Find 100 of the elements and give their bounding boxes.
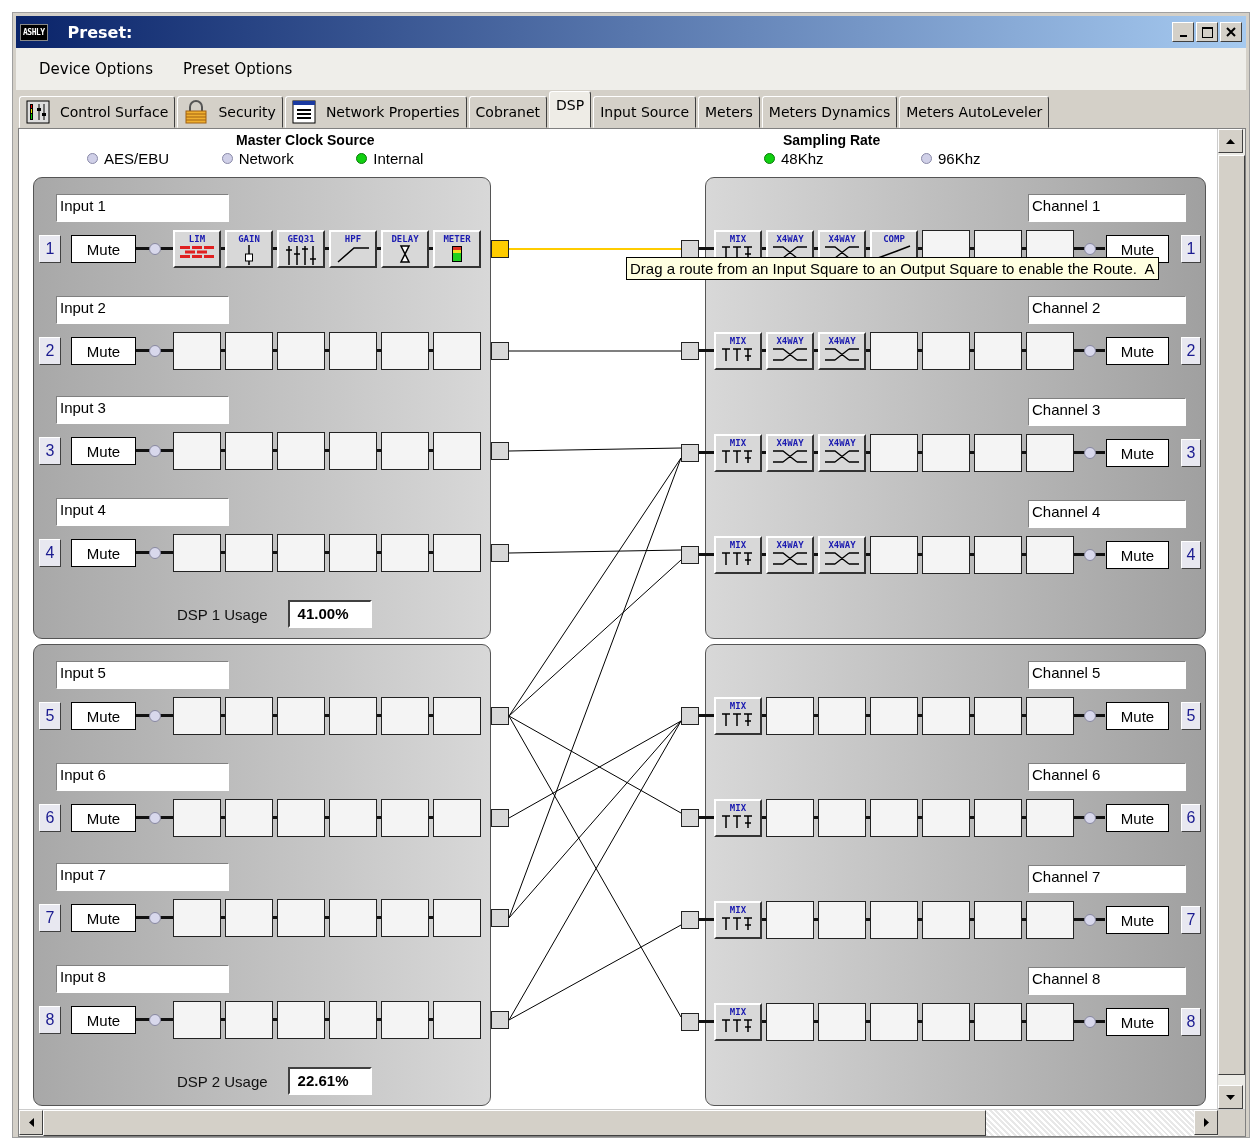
channel-number-button[interactable]: 8 [1181, 1008, 1201, 1036]
mute-button[interactable]: Mute [1106, 906, 1169, 934]
channel-name-field[interactable]: Channel 3 [1028, 398, 1186, 426]
tab[interactable]: Meters [698, 96, 760, 128]
channel-name-field[interactable]: Input 1 [56, 194, 229, 222]
channel-name-field[interactable]: Input 7 [56, 863, 229, 891]
channel-number-button[interactable]: 7 [1181, 906, 1201, 934]
radio-label[interactable]: 48Khz [781, 150, 824, 167]
empty-module-slot[interactable] [225, 799, 273, 837]
radio-button[interactable] [221, 153, 233, 164]
dsp-module-button[interactable]: METER [433, 230, 481, 268]
empty-module-slot[interactable] [922, 434, 970, 472]
mute-button[interactable]: Mute [1106, 541, 1169, 569]
mute-button[interactable]: Mute [1106, 1008, 1169, 1036]
mute-button[interactable]: Mute [1106, 439, 1169, 467]
dsp-module-button[interactable]: MIX [714, 536, 762, 574]
empty-module-slot[interactable] [818, 799, 866, 837]
empty-module-slot[interactable] [433, 697, 481, 735]
empty-module-slot[interactable] [329, 799, 377, 837]
channel-name-field[interactable]: Input 5 [56, 661, 229, 689]
empty-module-slot[interactable] [1026, 1003, 1074, 1041]
channel-number-button[interactable]: 5 [1181, 702, 1201, 730]
dsp-module-button[interactable]: LIM [173, 230, 221, 268]
channel-number-button[interactable]: 1 [39, 235, 61, 263]
empty-module-slot[interactable] [381, 534, 429, 572]
route-square[interactable] [681, 240, 699, 258]
channel-name-field[interactable]: Input 2 [56, 296, 229, 324]
channel-number-button[interactable]: 4 [1181, 541, 1201, 569]
horizontal-scrollbar[interactable] [19, 1109, 1245, 1136]
empty-module-slot[interactable] [225, 332, 273, 370]
empty-module-slot[interactable] [329, 432, 377, 470]
empty-module-slot[interactable] [277, 1001, 325, 1039]
empty-module-slot[interactable] [225, 534, 273, 572]
empty-module-slot[interactable] [1026, 434, 1074, 472]
tab[interactable]: Meters Dynamics [761, 96, 898, 128]
empty-module-slot[interactable] [766, 697, 814, 735]
channel-number-button[interactable]: 2 [39, 337, 61, 365]
radio-button[interactable] [87, 153, 98, 164]
channel-name-field[interactable]: Channel 6 [1028, 763, 1186, 791]
tab[interactable]: Security [177, 96, 283, 128]
radio-label[interactable]: Network [238, 150, 294, 167]
empty-module-slot[interactable] [870, 536, 918, 574]
empty-module-slot[interactable] [818, 901, 866, 939]
scroll-left-button[interactable] [19, 1110, 43, 1135]
channel-number-button[interactable]: 8 [39, 1006, 61, 1034]
empty-module-slot[interactable] [922, 332, 970, 370]
empty-module-slot[interactable] [922, 536, 970, 574]
channel-name-field[interactable]: Channel 5 [1028, 661, 1186, 689]
maximize-button[interactable] [1196, 22, 1218, 42]
empty-module-slot[interactable] [433, 1001, 481, 1039]
scroll-up-button[interactable] [1218, 129, 1243, 153]
dsp-module-button[interactable]: GEQ31 [277, 230, 325, 268]
channel-name-field[interactable]: Channel 8 [1028, 967, 1186, 995]
channel-number-button[interactable]: 6 [39, 804, 61, 832]
radio-label[interactable]: 96Khz [938, 150, 981, 167]
empty-module-slot[interactable] [225, 432, 273, 470]
dsp-module-button[interactable]: X4WAY [766, 434, 814, 472]
dsp-module-button[interactable]: DELAY [381, 230, 429, 268]
route-square[interactable] [491, 544, 509, 562]
empty-module-slot[interactable] [1026, 901, 1074, 939]
empty-module-slot[interactable] [766, 1003, 814, 1041]
dsp-module-button[interactable]: X4WAY [818, 536, 866, 574]
empty-module-slot[interactable] [381, 697, 429, 735]
empty-module-slot[interactable] [922, 799, 970, 837]
tab[interactable]: Network Properties [284, 96, 467, 128]
empty-module-slot[interactable] [173, 534, 221, 572]
channel-name-field[interactable]: Input 6 [56, 763, 229, 791]
mute-button[interactable]: Mute [71, 539, 136, 567]
route-line[interactable] [508, 457, 682, 919]
empty-module-slot[interactable] [433, 332, 481, 370]
channel-number-button[interactable]: 6 [1181, 804, 1201, 832]
empty-module-slot[interactable] [766, 901, 814, 939]
empty-module-slot[interactable] [1026, 799, 1074, 837]
empty-module-slot[interactable] [1026, 536, 1074, 574]
channel-name-field[interactable]: Input 8 [56, 965, 229, 993]
scrollbar-thumb[interactable] [43, 1110, 986, 1136]
empty-module-slot[interactable] [381, 332, 429, 370]
dsp-module-button[interactable]: MIX [714, 1003, 762, 1041]
empty-module-slot[interactable] [433, 899, 481, 937]
empty-module-slot[interactable] [277, 534, 325, 572]
route-square[interactable] [681, 546, 699, 564]
empty-module-slot[interactable] [277, 697, 325, 735]
empty-module-slot[interactable] [173, 432, 221, 470]
tab[interactable]: DSP [549, 91, 592, 128]
channel-number-button[interactable]: 3 [39, 437, 61, 465]
channel-name-field[interactable]: Channel 4 [1028, 500, 1186, 528]
route-square[interactable] [681, 911, 699, 929]
route-square[interactable] [491, 442, 509, 460]
menu-item[interactable]: Device Options [39, 60, 153, 78]
empty-module-slot[interactable] [870, 434, 918, 472]
empty-module-slot[interactable] [225, 899, 273, 937]
dsp-module-button[interactable]: X4WAY [766, 536, 814, 574]
minimize-button[interactable] [1172, 22, 1194, 42]
mute-button[interactable]: Mute [1106, 337, 1169, 365]
channel-number-button[interactable]: 5 [39, 702, 61, 730]
empty-module-slot[interactable] [974, 799, 1022, 837]
channel-number-button[interactable]: 3 [1181, 439, 1201, 467]
empty-module-slot[interactable] [818, 697, 866, 735]
channel-number-button[interactable]: 2 [1181, 337, 1201, 365]
empty-module-slot[interactable] [974, 536, 1022, 574]
